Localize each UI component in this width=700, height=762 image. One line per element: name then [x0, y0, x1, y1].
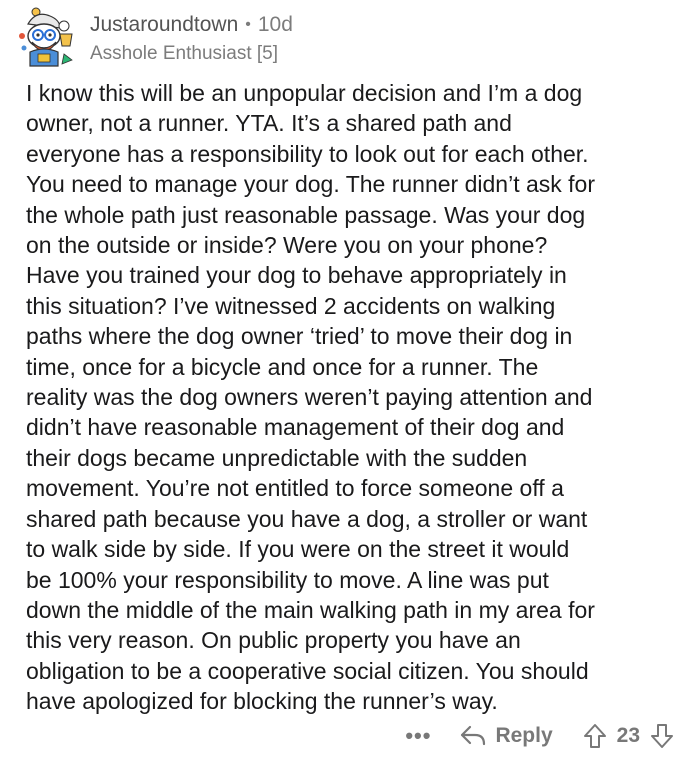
vote-score: 23: [616, 724, 640, 747]
comment-meta-top: Justaroundtown • 10d: [90, 12, 293, 38]
comment-age: 10d: [257, 13, 293, 36]
reply-label: Reply: [495, 724, 553, 747]
downvote-arrow-icon: [651, 724, 673, 748]
comment: Justaroundtown • 10d Asshole Enthusiast …: [0, 0, 700, 762]
more-options-button[interactable]: •••: [405, 723, 431, 749]
username[interactable]: Justaroundtown: [90, 12, 238, 38]
comment-header: Justaroundtown • 10d Asshole Enthusiast …: [14, 6, 293, 70]
reply-arrow-icon: [461, 725, 486, 746]
vote-controls: 23: [583, 723, 674, 749]
comment-actions: ••• Reply 23: [405, 718, 674, 754]
snoo-avatar-icon: [19, 7, 73, 67]
user-flair: Asshole Enthusiast [5]: [90, 43, 278, 64]
upvote-arrow-icon: [583, 724, 606, 748]
avatar[interactable]: [14, 6, 78, 70]
comment-body: I know this will be an unpopular decisio…: [26, 80, 596, 715]
upvote-button[interactable]: [583, 723, 607, 749]
comment-meta: Justaroundtown • 10d Asshole Enthusiast …: [90, 6, 293, 66]
reply-button[interactable]: Reply: [459, 724, 553, 748]
meta-separator: •: [245, 16, 251, 33]
downvote-button[interactable]: [650, 723, 674, 749]
